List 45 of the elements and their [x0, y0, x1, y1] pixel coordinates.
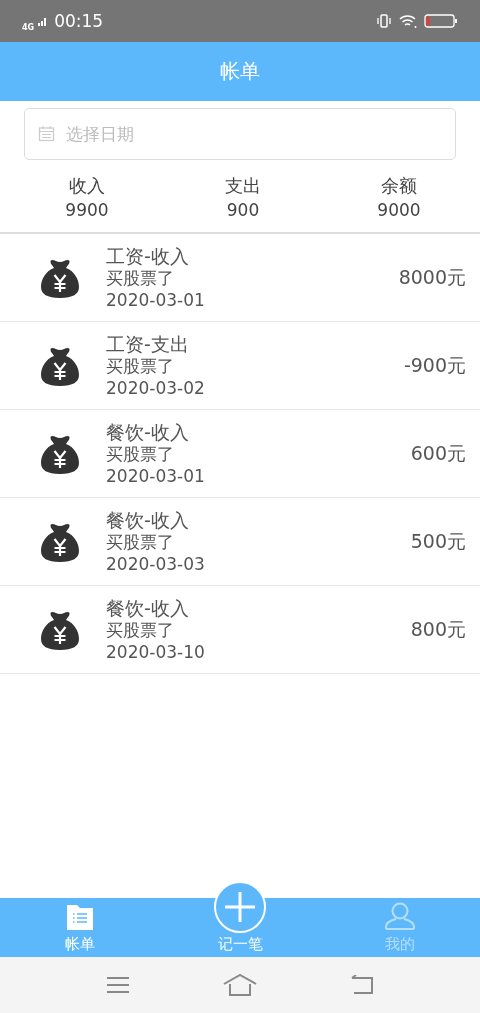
home-icon[interactable] [223, 974, 257, 996]
summary-value: 900 [226, 200, 260, 220]
record-title: 餐饮-收入 [106, 595, 190, 620]
summary-label: 支出 [225, 174, 261, 198]
record-date: 2020-03-01 [106, 288, 206, 312]
record-note: 买股票了 [106, 443, 175, 465]
record-note: 买股票了 [106, 355, 175, 377]
record-date: 2020-03-02 [106, 376, 206, 400]
record-amount: 800元 [410, 616, 466, 642]
record-date: 2020-03-01 [106, 464, 206, 488]
calendar-icon [38, 125, 55, 142]
date-field[interactable]: 选择日期 [24, 108, 456, 160]
record-item[interactable]: 餐饮-收入 买股票了 2020-03-01 600元 [0, 410, 480, 498]
battery-icon [424, 14, 458, 28]
clock-time: 00:15 [54, 11, 104, 31]
record-title: 餐饮-收入 [106, 507, 190, 532]
summary-value: 9900 [65, 200, 109, 220]
record-amount: 500元 [410, 528, 466, 554]
record-item[interactable]: 工资-收入 买股票了 2020-03-01 8000元 [0, 234, 480, 322]
record-date: 2020-03-03 [106, 552, 206, 576]
record-item[interactable]: 餐饮-收入 买股票了 2020-03-03 500元 [0, 498, 480, 586]
record-amount: -900元 [403, 352, 466, 378]
record-title: 工资-支出 [106, 331, 190, 356]
record-title: 餐饮-收入 [106, 419, 190, 444]
summary-label: 收入 [69, 174, 105, 198]
summary-label: 余额 [381, 174, 417, 198]
back-icon[interactable] [349, 975, 374, 995]
page-title: 帐单 [220, 58, 260, 85]
record-item[interactable]: 餐饮-收入 买股票了 2020-03-10 800元 [0, 586, 480, 674]
record-note: 买股票了 [106, 267, 175, 289]
signal-icon [38, 16, 49, 26]
menu-icon[interactable] [106, 976, 131, 994]
record-amount: 8000元 [398, 264, 466, 290]
vibrate-icon [376, 13, 392, 29]
wifi-icon [398, 13, 418, 29]
person-icon [384, 901, 416, 931]
record-note: 买股票了 [106, 531, 175, 553]
record-amount: 600元 [410, 440, 466, 466]
record-item[interactable]: 工资-支出 买股票了 2020-03-02 -900元 [0, 322, 480, 410]
record-title: 工资-收入 [106, 243, 190, 268]
record-note: 买股票了 [106, 619, 175, 641]
document-icon [65, 903, 95, 931]
record-date: 2020-03-10 [106, 640, 206, 664]
summary-value: 9000 [377, 200, 421, 220]
network-label: 4G [22, 22, 35, 32]
